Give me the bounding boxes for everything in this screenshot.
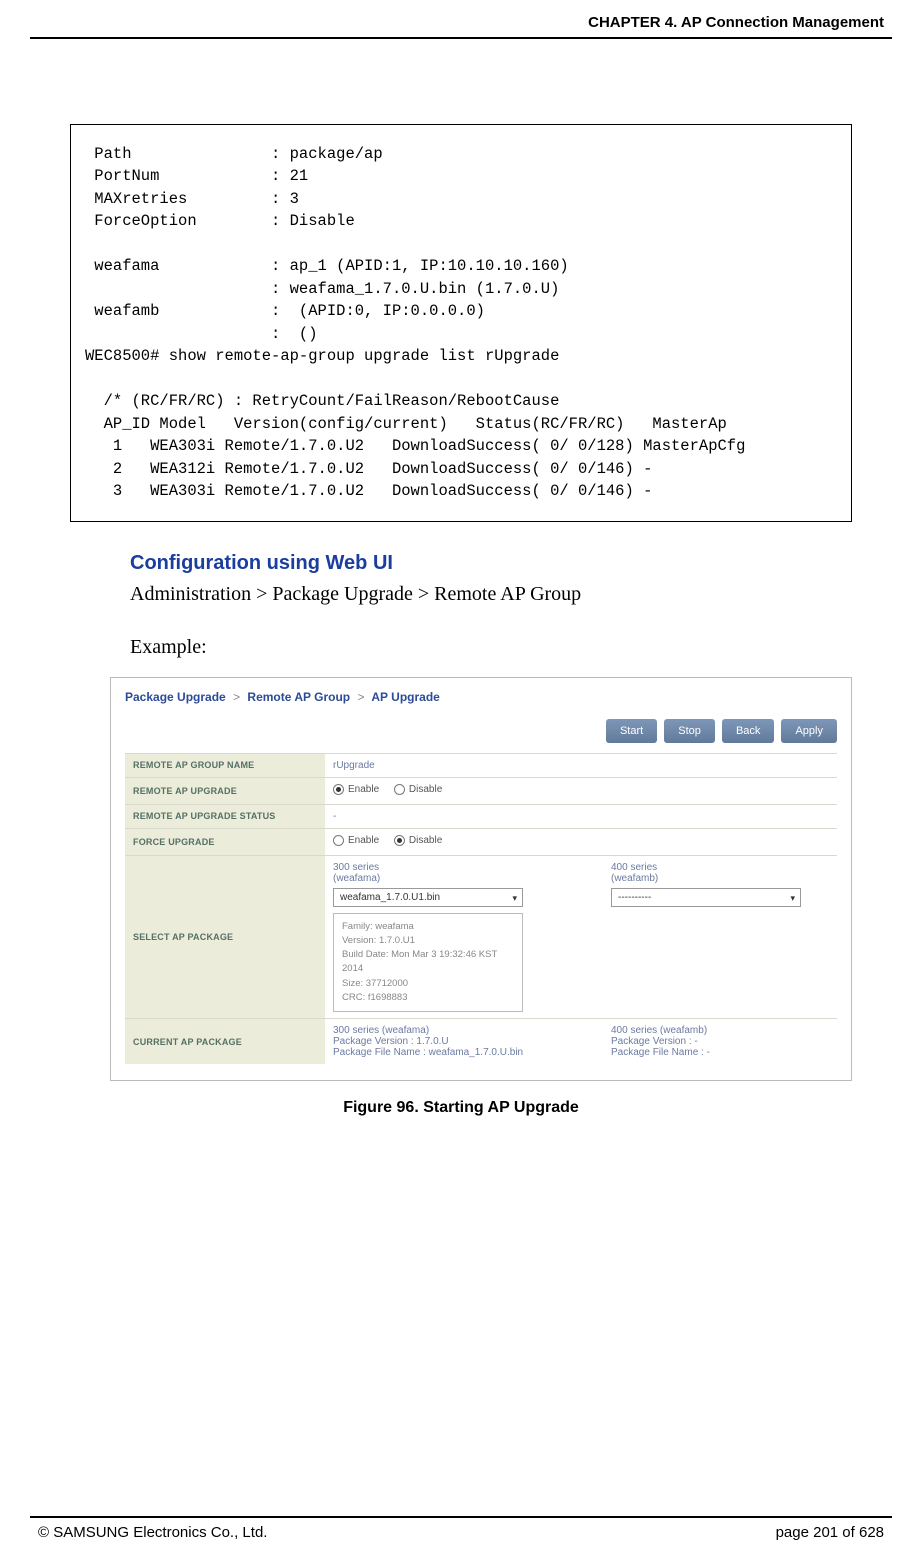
radio-icon bbox=[394, 835, 405, 846]
row-label-group-name: REMOTE AP GROUP NAME bbox=[125, 753, 325, 777]
package-details-box: Family: weafama Version: 1.7.0.U1 Build … bbox=[333, 913, 523, 1013]
upgrade-status-value: - bbox=[325, 804, 837, 828]
current-300-info: 300 series (weafama) Package Version : 1… bbox=[333, 1025, 551, 1058]
select-300-package[interactable]: weafama_1.7.0.U1.bin ▾ bbox=[333, 888, 523, 907]
footer-copyright: © SAMSUNG Electronics Co., Ltd. bbox=[38, 1524, 267, 1541]
apply-button[interactable]: Apply bbox=[781, 719, 837, 743]
breadcrumb-item: AP Upgrade bbox=[371, 690, 439, 704]
breadcrumb-item: Package Upgrade bbox=[125, 690, 226, 704]
radio-icon bbox=[394, 784, 405, 795]
footer-page-number: page 201 of 628 bbox=[776, 1524, 884, 1541]
stop-button[interactable]: Stop bbox=[664, 719, 715, 743]
ui-screenshot-panel: Package Upgrade > Remote AP Group > AP U… bbox=[110, 677, 852, 1082]
cli-output-block: Path : package/ap PortNum : 21 MAXretrie… bbox=[70, 124, 852, 522]
radio-icon bbox=[333, 835, 344, 846]
radio-label: Disable bbox=[409, 784, 442, 795]
row-label-select-package: SELECT AP PACKAGE bbox=[125, 855, 325, 1019]
section-heading: Configuration using Web UI bbox=[130, 552, 892, 575]
col-300-label: 300 series (weafama) bbox=[333, 862, 551, 884]
col-400-label: 400 series (weafamb) bbox=[611, 862, 829, 884]
select-value: ---------- bbox=[618, 892, 651, 903]
action-button-row: Start Stop Back Apply bbox=[125, 707, 837, 753]
config-table: REMOTE AP GROUP NAME rUpgrade REMOTE AP … bbox=[125, 753, 837, 1065]
chevron-down-icon: ▾ bbox=[790, 893, 795, 904]
radio-disable[interactable]: Disable bbox=[394, 784, 442, 795]
header-rule bbox=[30, 37, 892, 39]
breadcrumb-item: Remote AP Group bbox=[247, 690, 350, 704]
row-label-force-upgrade: FORCE UPGRADE bbox=[125, 828, 325, 855]
row-label-current-package: CURRENT AP PACKAGE bbox=[125, 1019, 325, 1065]
current-400-info: 400 series (weafamb) Package Version : -… bbox=[611, 1025, 829, 1058]
start-button[interactable]: Start bbox=[606, 719, 657, 743]
figure-caption: Figure 96. Starting AP Upgrade bbox=[30, 1099, 892, 1117]
chevron-down-icon: ▾ bbox=[512, 893, 517, 904]
breadcrumb-sep: > bbox=[229, 690, 244, 704]
breadcrumb: Package Upgrade > Remote AP Group > AP U… bbox=[125, 690, 837, 704]
nav-path-text: Administration > Package Upgrade > Remot… bbox=[130, 583, 892, 606]
radio-label: Enable bbox=[348, 784, 379, 795]
example-label: Example: bbox=[130, 636, 892, 659]
back-button[interactable]: Back bbox=[722, 719, 774, 743]
select-400-package[interactable]: ---------- ▾ bbox=[611, 888, 801, 907]
chapter-header: CHAPTER 4. AP Connection Management bbox=[30, 0, 892, 37]
row-label-upgrade-status: REMOTE AP UPGRADE STATUS bbox=[125, 804, 325, 828]
radio-icon bbox=[333, 784, 344, 795]
radio-force-enable[interactable]: Enable bbox=[333, 835, 379, 846]
breadcrumb-sep: > bbox=[353, 690, 368, 704]
group-name-value: rUpgrade bbox=[325, 753, 837, 777]
radio-enable[interactable]: Enable bbox=[333, 784, 379, 795]
radio-force-disable[interactable]: Disable bbox=[394, 835, 442, 846]
select-value: weafama_1.7.0.U1.bin bbox=[340, 892, 440, 903]
radio-label: Disable bbox=[409, 835, 442, 846]
row-label-remote-upgrade: REMOTE AP UPGRADE bbox=[125, 777, 325, 804]
radio-label: Enable bbox=[348, 835, 379, 846]
